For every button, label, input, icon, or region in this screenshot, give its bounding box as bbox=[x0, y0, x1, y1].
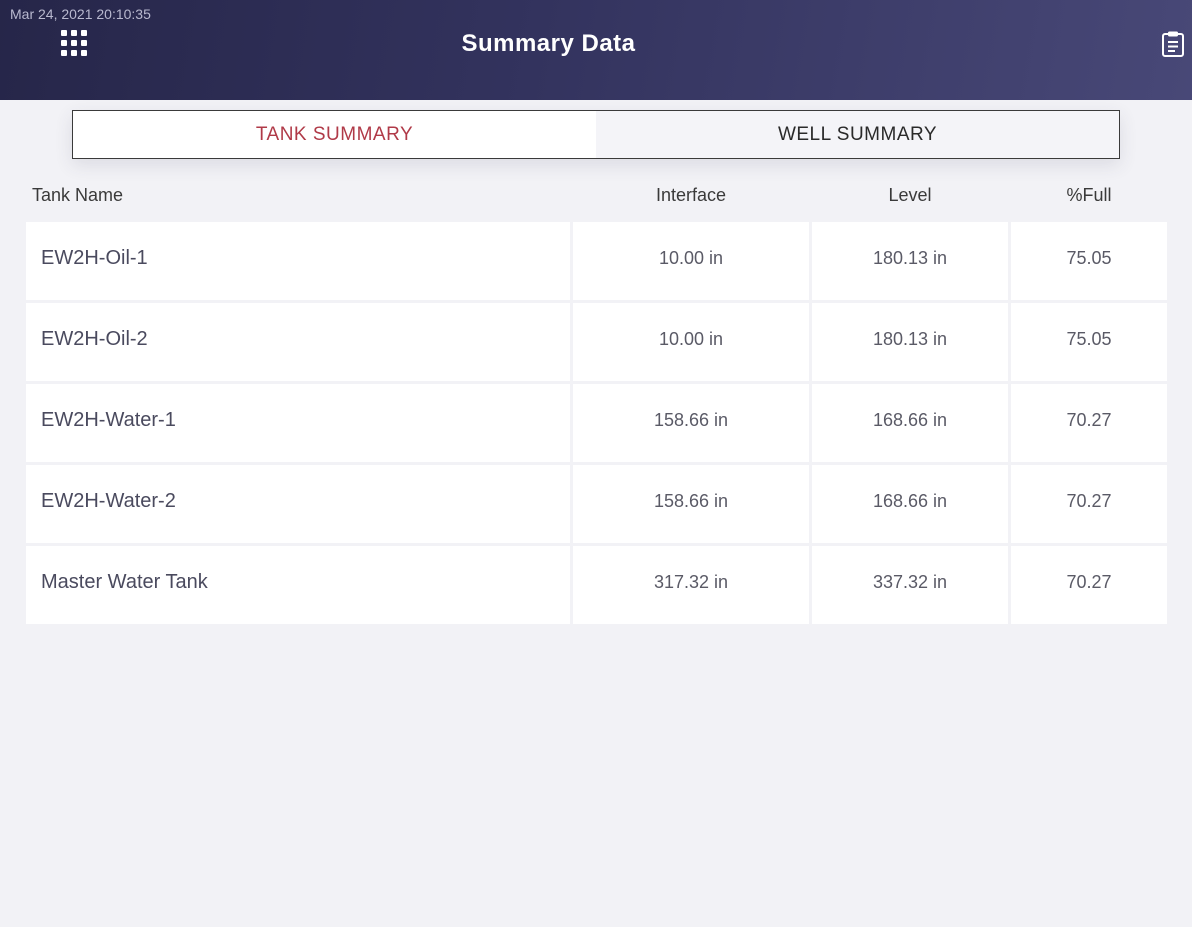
tank-name-cell: EW2H-Water-2 bbox=[26, 465, 570, 543]
level-cell: 168.66 in bbox=[812, 465, 1008, 543]
table-row[interactable]: EW2H-Oil-2 10.00 in 180.13 in 75.05 bbox=[26, 303, 1167, 381]
summary-tabs: TANK SUMMARY WELL SUMMARY bbox=[72, 110, 1120, 159]
timestamp: Mar 24, 2021 20:10:35 bbox=[10, 6, 151, 22]
tab-tank-summary[interactable]: TANK SUMMARY bbox=[73, 111, 596, 158]
page-title: Summary Data bbox=[461, 30, 636, 57]
interface-cell: 158.66 in bbox=[573, 465, 809, 543]
table-row[interactable]: Master Water Tank 317.32 in 337.32 in 70… bbox=[26, 546, 1167, 624]
percent-full-cell: 70.27 bbox=[1011, 546, 1167, 624]
percent-full-cell: 70.27 bbox=[1011, 465, 1167, 543]
clipboard-icon[interactable] bbox=[1161, 30, 1185, 58]
table-header: Tank Name Interface Level %Full bbox=[26, 185, 1167, 211]
tank-name-cell: EW2H-Oil-1 bbox=[26, 222, 570, 300]
table-row[interactable]: EW2H-Water-1 158.66 in 168.66 in 70.27 bbox=[26, 384, 1167, 462]
interface-cell: 10.00 in bbox=[573, 303, 809, 381]
tank-name-cell: EW2H-Oil-2 bbox=[26, 303, 570, 381]
table-row[interactable]: EW2H-Oil-1 10.00 in 180.13 in 75.05 bbox=[26, 222, 1167, 300]
interface-cell: 317.32 in bbox=[573, 546, 809, 624]
interface-cell: 158.66 in bbox=[573, 384, 809, 462]
percent-full-cell: 75.05 bbox=[1011, 303, 1167, 381]
column-header-level: Level bbox=[888, 185, 932, 205]
column-header-tank-name: Tank Name bbox=[32, 185, 124, 205]
tank-name-cell: EW2H-Water-1 bbox=[26, 384, 570, 462]
percent-full-cell: 75.05 bbox=[1011, 222, 1167, 300]
level-cell: 180.13 in bbox=[812, 303, 1008, 381]
tank-table: EW2H-Oil-1 10.00 in 180.13 in 75.05 EW2H… bbox=[26, 222, 1167, 627]
app-header: Mar 24, 2021 20:10:35 Summary Data bbox=[0, 0, 1192, 100]
table-row[interactable]: EW2H-Water-2 158.66 in 168.66 in 70.27 bbox=[26, 465, 1167, 543]
column-header-percent-full: %Full bbox=[1066, 185, 1112, 205]
level-cell: 180.13 in bbox=[812, 222, 1008, 300]
tank-name-cell: Master Water Tank bbox=[26, 546, 570, 624]
percent-full-cell: 70.27 bbox=[1011, 384, 1167, 462]
interface-cell: 10.00 in bbox=[573, 222, 809, 300]
column-header-interface: Interface bbox=[655, 185, 727, 205]
tab-well-summary[interactable]: WELL SUMMARY bbox=[596, 111, 1119, 158]
level-cell: 337.32 in bbox=[812, 546, 1008, 624]
level-cell: 168.66 in bbox=[812, 384, 1008, 462]
